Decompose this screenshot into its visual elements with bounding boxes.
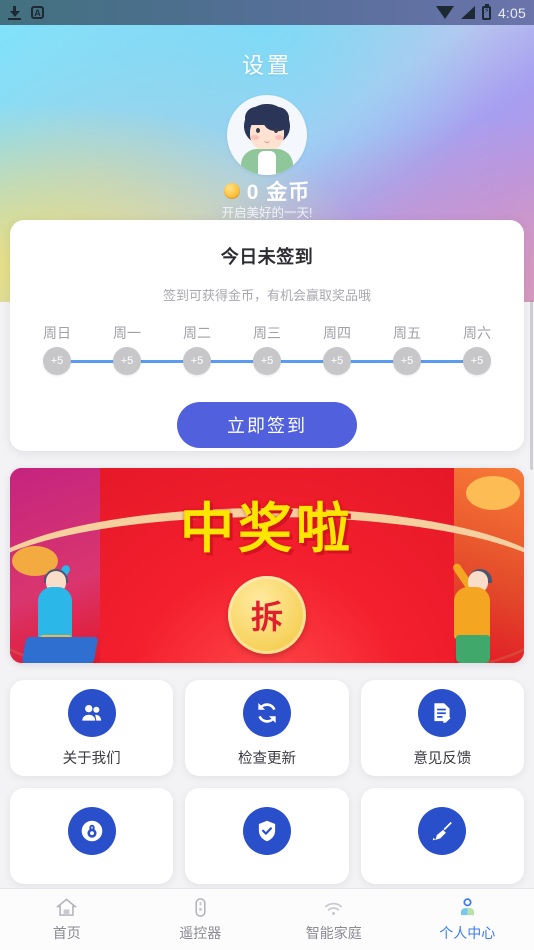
menu-item-label: 意见反馈: [413, 750, 472, 767]
broom-clean-icon: [418, 807, 467, 855]
nav-item-home[interactable]: 首页: [0, 889, 134, 950]
status-bar-left: A: [8, 5, 44, 20]
scrollbar[interactable]: [530, 300, 533, 470]
check-in-day-cell: +5: [452, 347, 502, 375]
check-in-day-reward[interactable]: +5: [393, 347, 421, 375]
check-in-day-reward[interactable]: +5: [183, 347, 211, 375]
banner-open-badge[interactable]: 拆: [228, 576, 306, 654]
banner-person-left-body: [38, 587, 72, 639]
status-bar: A 4:05: [0, 0, 534, 25]
check-in-day-reward[interactable]: +5: [463, 347, 491, 375]
signal-icon: [460, 0, 475, 19]
weekday-label: 周日: [43, 325, 71, 341]
home-icon: [56, 898, 78, 916]
menu-item-label: 检查更新: [237, 750, 296, 767]
menu-item-clean[interactable]: [360, 788, 524, 884]
shield-check-icon: [242, 807, 291, 855]
check-in-button[interactable]: 立即签到: [177, 402, 357, 448]
check-in-day-cell: +5: [32, 347, 82, 375]
check-in-progress: +5 +5 +5 +5 +5 +5 +5: [10, 347, 524, 375]
nav-item-label: 遥控器: [179, 925, 222, 941]
menu-item-security[interactable]: [185, 788, 349, 884]
smart-home-icon: [325, 902, 343, 916]
nav-item-remote[interactable]: 遥控器: [134, 889, 268, 950]
check-in-subtitle: 签到可获得金币，有机会赢取奖品哦: [162, 288, 371, 303]
weekday-label: 周四: [323, 325, 351, 341]
check-in-day-reward[interactable]: +5: [253, 347, 281, 375]
person-icon: [460, 898, 474, 916]
menu-item-label: 关于我们: [62, 750, 121, 767]
download-icon: [8, 5, 21, 20]
check-in-day-reward[interactable]: +5: [43, 347, 71, 375]
app-screen: A 4:05 设置 0 金币 开启美好的一天!: [0, 0, 534, 950]
nav-item-smart-home[interactable]: 智能家庭: [267, 889, 401, 950]
refresh-icon: [242, 688, 291, 737]
weekday-label: 周五: [393, 325, 421, 341]
status-bar-clock: 4:05: [497, 4, 526, 21]
nav-item-label: 首页: [52, 925, 81, 941]
banner-person-right-body: [454, 587, 490, 639]
weekday-label: 周六: [463, 325, 491, 341]
weekday-labels: 周日 周一 周二 周三 周四 周五 周六: [10, 323, 524, 343]
nav-item-profile[interactable]: 个人中心: [401, 889, 534, 950]
check-in-day-reward[interactable]: +5: [113, 347, 141, 375]
lock-icon: [67, 807, 116, 855]
battery-charging-icon: [481, 3, 491, 20]
bottom-navigation: 首页 遥控器 智能家庭 个人中心: [0, 888, 534, 950]
menu-item-feedback[interactable]: 意见反馈: [360, 680, 524, 776]
a-badge-icon: A: [31, 6, 44, 19]
nav-item-label: 个人中心: [439, 925, 496, 941]
nav-item-label: 智能家庭: [305, 925, 362, 941]
check-in-day-cell: +5: [102, 347, 152, 375]
check-in-day-cell: +5: [172, 347, 222, 375]
remote-control-icon: [195, 898, 206, 917]
check-in-day-cell: +5: [312, 347, 362, 375]
status-bar-right: 4:05: [435, 0, 526, 21]
menu-item-about-us[interactable]: 关于我们: [10, 680, 174, 776]
banner-title: 中奖啦: [180, 499, 354, 559]
check-in-day-reward[interactable]: +5: [323, 347, 351, 375]
prize-banner[interactable]: 中奖啦 拆: [10, 468, 524, 663]
banner-person-right-legs: [456, 635, 490, 663]
menu-item-check-update[interactable]: 检查更新: [185, 680, 349, 776]
check-in-day-cell: +5: [382, 347, 432, 375]
check-in-day-cell: +5: [242, 347, 292, 375]
check-in-title: 今日未签到: [220, 247, 314, 267]
scroll-content[interactable]: 今日未签到 签到可获得金币，有机会赢取奖品哦 周日 周一 周二 周三 周四 周五…: [0, 25, 534, 900]
weekday-label: 周一: [113, 325, 141, 341]
feedback-document-icon: [418, 688, 467, 737]
weekday-label: 周二: [183, 325, 211, 341]
banner-gift-box: [21, 637, 99, 663]
menu-grid: 关于我们 检查更新 意见反馈: [10, 680, 524, 884]
menu-item-lock[interactable]: [10, 788, 174, 884]
users-icon: [67, 688, 116, 737]
banner-open-badge-label: 拆: [250, 599, 283, 635]
wifi-icon: [435, 6, 454, 19]
weekday-label: 周三: [253, 325, 281, 341]
check-in-card: 今日未签到 签到可获得金币，有机会赢取奖品哦 周日 周一 周二 周三 周四 周五…: [10, 220, 524, 451]
